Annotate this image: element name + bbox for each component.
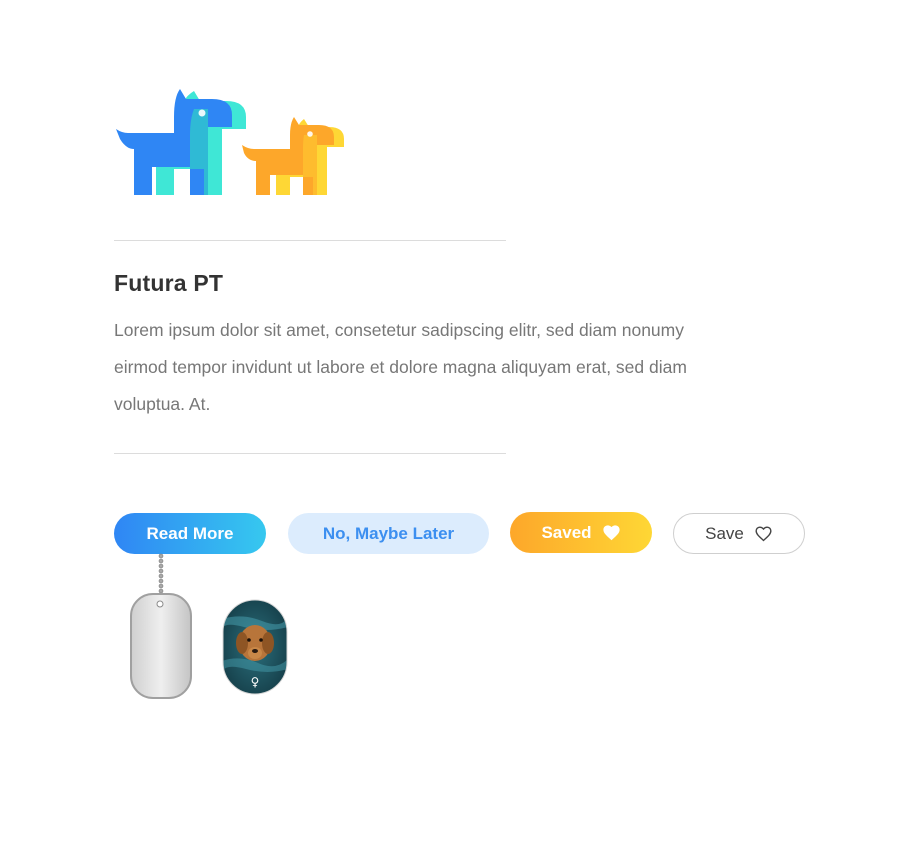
article-heading: Futura PT: [114, 270, 224, 296]
dog-photo-tag-icon: ♀: [222, 599, 288, 695]
top-divider: [114, 240, 506, 241]
read-more-label: Read More: [146, 523, 234, 543]
bottom-divider: [114, 453, 506, 454]
brand-logo: [116, 89, 344, 195]
female-symbol: ♀: [251, 675, 260, 689]
save-label: Save: [705, 523, 744, 543]
article-body: Lorem ipsum dolor sit amet, consetetur s…: [114, 320, 687, 414]
dog-tag-icon: [130, 553, 192, 699]
maybe-later-button[interactable]: No, Maybe Later: [288, 513, 489, 554]
saved-label: Saved: [541, 522, 592, 542]
read-more-button[interactable]: Read More: [114, 513, 266, 554]
saved-button[interactable]: Saved: [510, 512, 652, 553]
heart-outline-icon: [754, 525, 773, 542]
maybe-later-label: No, Maybe Later: [322, 523, 455, 543]
heart-filled-icon: [602, 524, 621, 541]
two-dogs-logo-icon: [116, 89, 344, 195]
save-button[interactable]: Save: [673, 513, 805, 554]
